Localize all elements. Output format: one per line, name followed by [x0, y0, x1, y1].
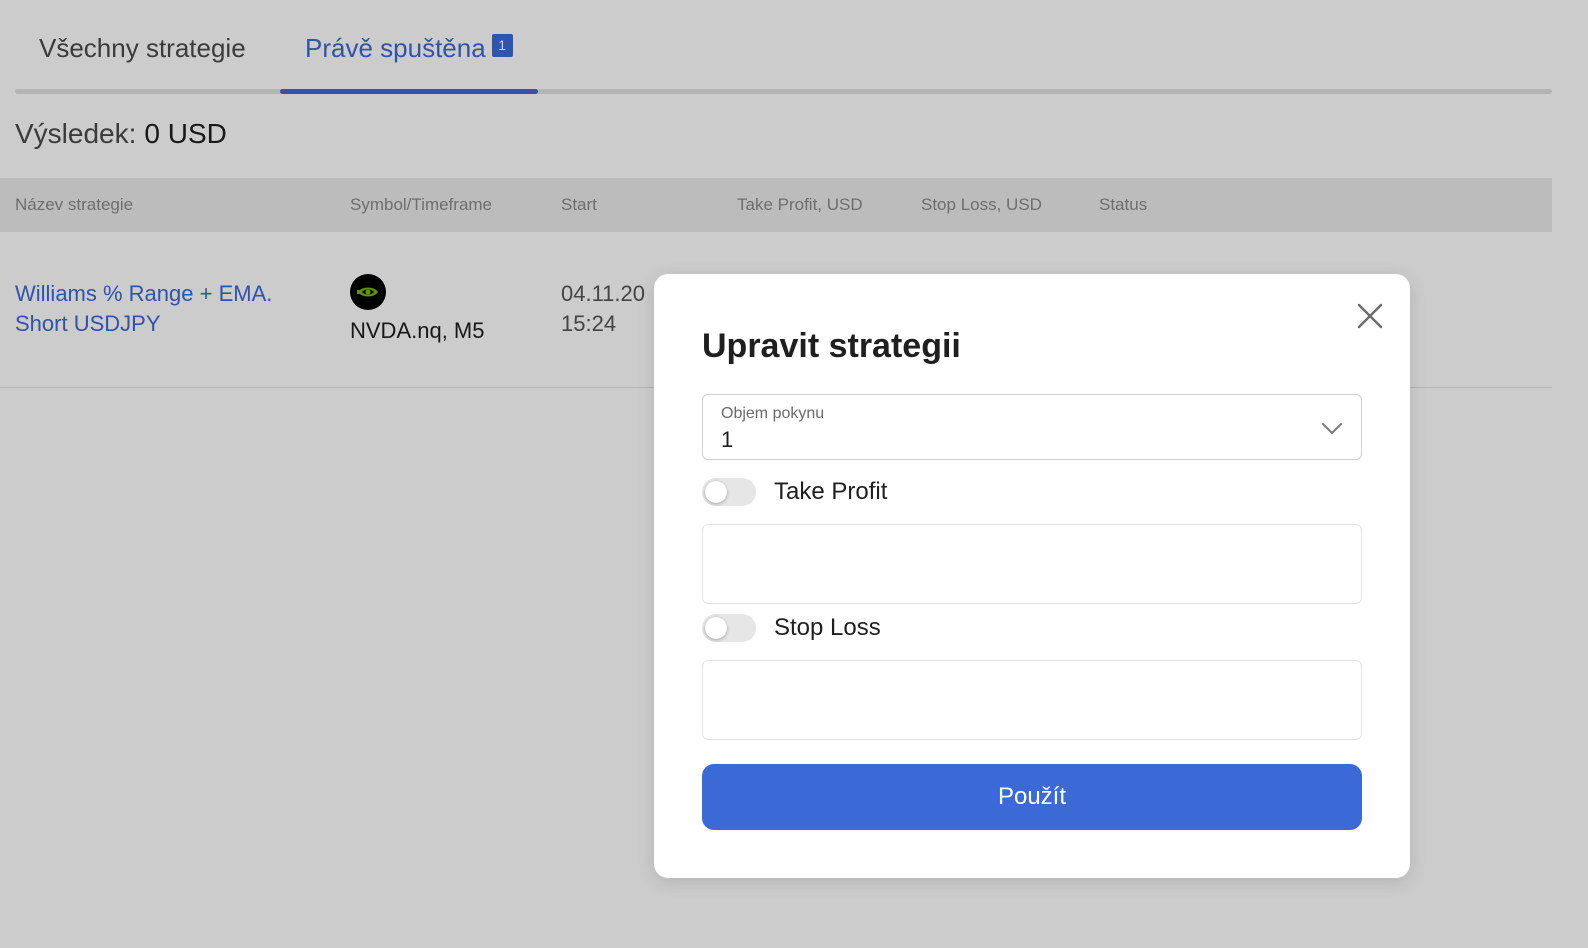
order-volume-select[interactable]: Objem pokynu 1: [702, 394, 1362, 460]
order-volume-value: 1: [721, 427, 734, 452]
modal-title: Upravit strategii: [702, 327, 961, 365]
order-volume-label: Objem pokynu: [721, 405, 825, 422]
stop-loss-toggle-knob: [705, 617, 727, 639]
take-profit-label: Take Profit: [774, 478, 888, 505]
chevron-down-icon: [1319, 416, 1345, 440]
take-profit-toggle-knob: [705, 481, 727, 503]
take-profit-toggle[interactable]: [702, 478, 756, 506]
apply-button[interactable]: Použít: [702, 764, 1362, 830]
take-profit-input[interactable]: [702, 524, 1362, 604]
stop-loss-toggle[interactable]: [702, 614, 756, 642]
stop-loss-label: Stop Loss: [774, 614, 881, 641]
close-icon[interactable]: [1352, 298, 1388, 334]
edit-strategy-modal: Upravit strategii Objem pokynu 1 Take Pr…: [654, 274, 1410, 878]
stop-loss-input[interactable]: [702, 660, 1362, 740]
